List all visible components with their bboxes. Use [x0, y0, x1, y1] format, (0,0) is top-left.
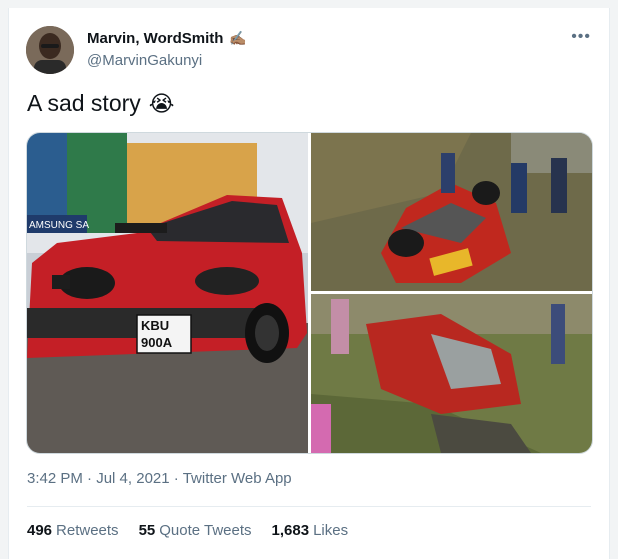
- photo-1[interactable]: AMSUNG SA KBU 900A: [27, 133, 308, 453]
- tweet-card: Marvin, WordSmith ✍🏽 @MarvinGakunyi ••• …: [8, 8, 610, 559]
- author-handle[interactable]: @MarvinGakunyi: [87, 52, 202, 69]
- photo-2[interactable]: [311, 133, 592, 291]
- tweet-stats: 496 Retweets 55 Quote Tweets 1,683 Likes: [27, 522, 348, 539]
- tweet-meta: 3:42 PM · Jul 4, 2021 · Twitter Web App: [27, 470, 292, 487]
- media-grid: AMSUNG SA KBU 900A: [26, 132, 593, 454]
- quote-tweets-label: Quote Tweets: [159, 522, 252, 539]
- likes-label: Likes: [313, 522, 349, 539]
- photo-3[interactable]: [311, 294, 592, 453]
- banner-text: AMSUNG SA: [29, 220, 89, 231]
- divider-top: [27, 506, 591, 507]
- meta-separator-2: ·: [173, 470, 179, 487]
- retweets-count: 496: [27, 522, 53, 539]
- svg-text:KBU: KBU: [141, 318, 169, 333]
- quote-tweets-count: 55: [138, 522, 156, 539]
- writing-hand-emoji: ✍🏽: [229, 30, 247, 46]
- tweet-text: A sad story 😭: [27, 90, 175, 117]
- likes-count: 1,683: [271, 522, 310, 539]
- retweets-label: Retweets: [56, 522, 119, 539]
- tweet-time[interactable]: 3:42 PM: [27, 470, 83, 487]
- quote-tweets-stat[interactable]: 55 Quote Tweets: [139, 522, 252, 539]
- crying-face-emoji: 😭: [148, 90, 175, 116]
- author-name[interactable]: Marvin, WordSmith: [87, 30, 223, 47]
- tweet-date[interactable]: Jul 4, 2021: [96, 470, 169, 487]
- author-name-row[interactable]: Marvin, WordSmith ✍🏽: [87, 30, 247, 47]
- tweet-source[interactable]: Twitter Web App: [183, 470, 292, 487]
- retweets-stat[interactable]: 496 Retweets: [27, 522, 119, 539]
- tweet-text-content: A sad story: [27, 90, 141, 116]
- meta-separator: ·: [87, 470, 93, 487]
- svg-text:900A: 900A: [141, 335, 173, 350]
- likes-stat[interactable]: 1,683 Likes: [272, 522, 349, 539]
- avatar-image: [26, 26, 74, 74]
- more-icon[interactable]: •••: [571, 28, 591, 46]
- avatar[interactable]: [26, 26, 74, 74]
